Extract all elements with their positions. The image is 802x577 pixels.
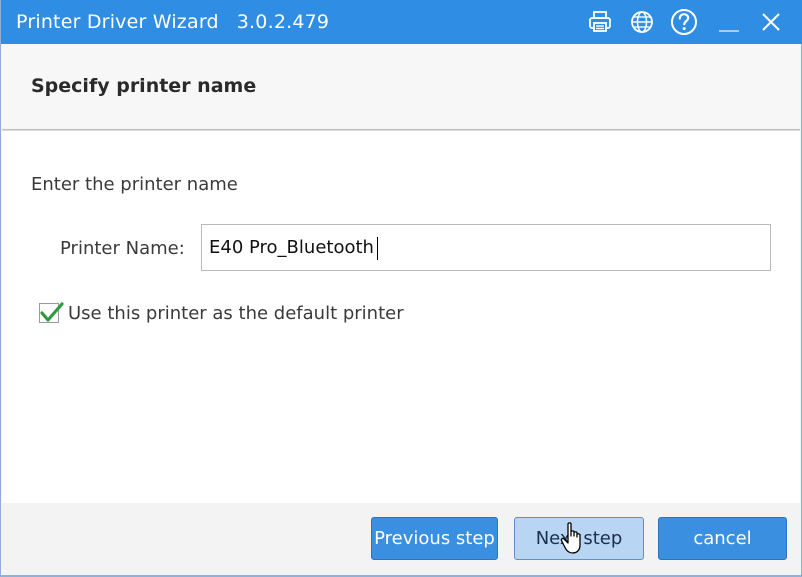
printer-driver-wizard-window: Printer Driver Wizard 3.0.2.479 Specify … bbox=[0, 0, 802, 577]
close-icon[interactable] bbox=[757, 8, 785, 36]
wizard-footer: Previous step Next step cancel bbox=[2, 503, 800, 575]
printer-name-input[interactable] bbox=[201, 224, 771, 271]
page-title: Specify printer name bbox=[31, 75, 257, 97]
instruction-text: Enter the printer name bbox=[31, 174, 238, 195]
app-version: 3.0.2.479 bbox=[236, 11, 330, 33]
printer-name-label: Printer Name: bbox=[60, 238, 185, 259]
help-icon[interactable] bbox=[670, 8, 698, 36]
text-caret bbox=[377, 237, 378, 260]
default-printer-label: Use this printer as the default printer bbox=[68, 303, 404, 324]
minimize-icon[interactable] bbox=[715, 8, 743, 36]
app-title: Printer Driver Wizard bbox=[16, 11, 219, 33]
wizard-header: Specify printer name bbox=[2, 44, 800, 130]
globe-icon[interactable] bbox=[628, 8, 656, 36]
printer-icon[interactable] bbox=[586, 8, 614, 36]
hand-cursor-icon bbox=[560, 522, 581, 554]
window-title: Printer Driver Wizard 3.0.2.479 bbox=[16, 11, 329, 33]
cancel-button[interactable]: cancel bbox=[658, 517, 787, 560]
checkmark-icon bbox=[40, 302, 64, 322]
default-printer-checkbox[interactable] bbox=[39, 302, 64, 323]
title-bar: Printer Driver Wizard 3.0.2.479 bbox=[1, 0, 802, 44]
previous-step-button[interactable]: Previous step bbox=[371, 517, 498, 560]
wizard-content: Enter the printer name Printer Name: Use… bbox=[2, 130, 800, 504]
